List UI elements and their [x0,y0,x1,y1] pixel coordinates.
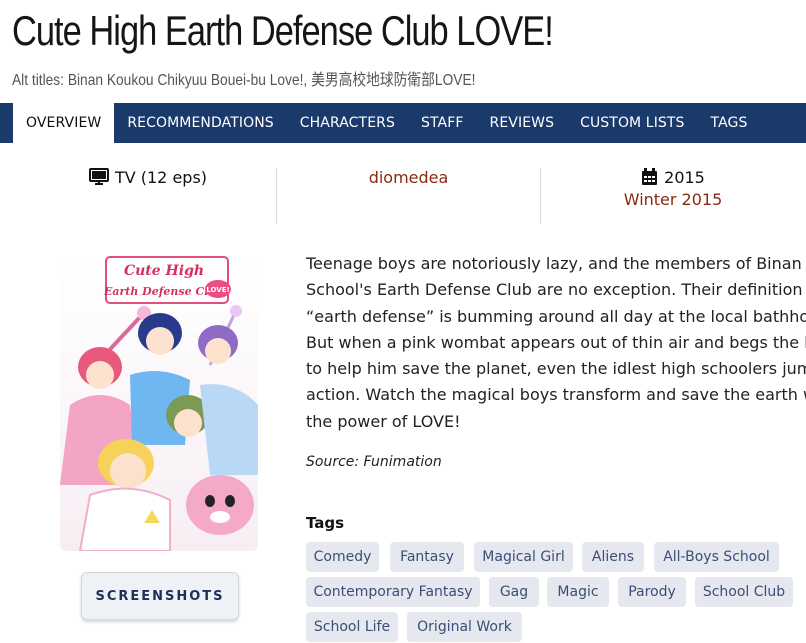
tag-school-club[interactable]: School Club [695,577,793,607]
tag-original-work[interactable]: Original Work [407,612,522,642]
page-title: Cute High Earth Defense Club LOVE! [12,7,554,54]
tag-aliens[interactable]: Aliens [582,542,644,572]
tab-overview[interactable]: OVERVIEW [13,103,115,143]
studio-link[interactable]: diomedea [369,168,449,187]
studio-info: diomedea [277,166,540,224]
tag-contemporary-fantasy[interactable]: Contemporary Fantasy [306,577,480,607]
screenshots-button[interactable]: SCREENSHOTS [81,572,239,620]
tab-characters[interactable]: CHARACTERS [287,103,408,143]
tag-school-life[interactable]: School Life [306,612,398,642]
tab-recommendations[interactable]: RECOMMENDATIONS [114,103,286,143]
tab-reviews[interactable]: REVIEWS [477,103,568,143]
format-info: TV (12 eps) [20,166,276,224]
tag-all-boys-school[interactable]: All-Boys School [654,542,779,572]
tab-custom-lists[interactable]: CUSTOM LISTS [567,103,697,143]
tag-gag[interactable]: Gag [489,577,539,607]
tag-magical-girl[interactable]: Magical Girl [474,542,573,572]
synopsis: Teenage boys are notoriously lazy, and t… [306,254,806,431]
tag-fantasy[interactable]: Fantasy [390,542,464,572]
tag-magic[interactable]: Magic [547,577,609,607]
tab-staff[interactable]: STAFF [408,103,477,143]
season-link[interactable]: Winter 2015 [624,190,723,209]
poster-logo-line1: Cute High [124,263,204,279]
calendar-icon [642,168,658,185]
tags-heading: Tags [306,514,345,532]
tag-parody[interactable]: Parody [618,577,686,607]
cover-image: Cute High Earth Defense Club LOVE! [60,255,258,551]
source-credit: Source: Funimation [306,454,442,470]
tab-bar: OVERVIEW RECOMMENDATIONS CHARACTERS STAF… [0,103,806,143]
format-text: TV (12 eps) [114,167,208,187]
year-text: 2015 [664,167,705,187]
alt-titles: Alt titles: Binan Koukou Chikyuu Bouei-b… [12,72,476,89]
tv-icon [88,168,109,185]
tag-comedy[interactable]: Comedy [306,542,379,572]
poster-logo-badge: LOVE! [206,286,229,294]
tab-tags[interactable]: TAGS [698,103,761,143]
season-info: 2015 Winter 2015 [541,166,805,224]
